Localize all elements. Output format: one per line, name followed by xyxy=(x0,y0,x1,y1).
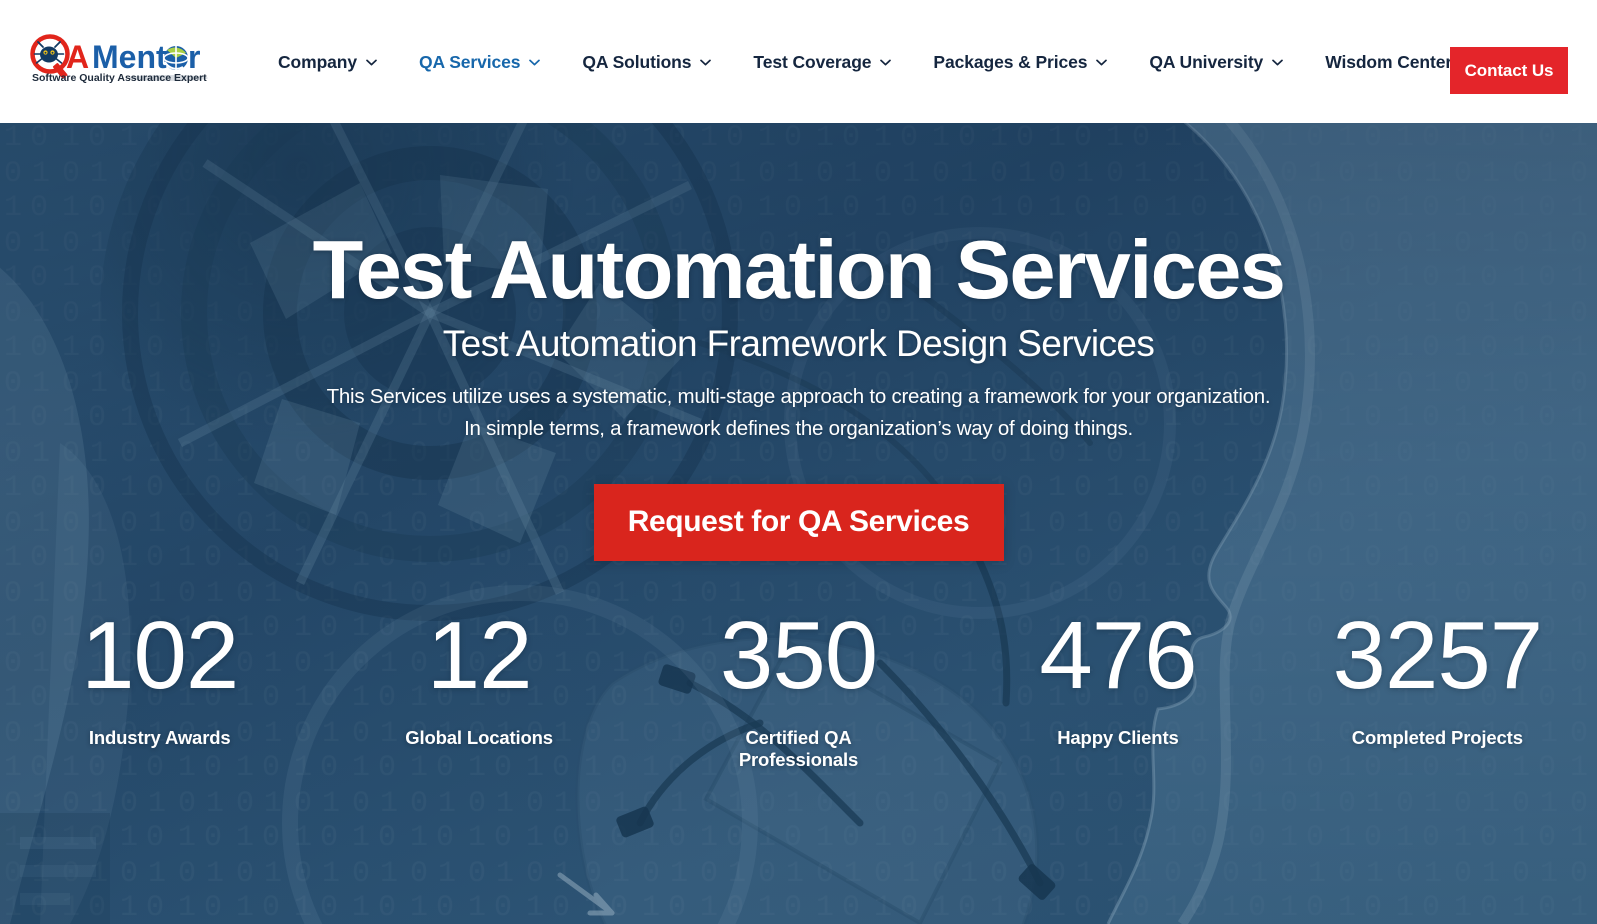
nav-label: Test Coverage xyxy=(753,51,872,72)
hero-description-line-1: This Services utilize uses a systematic,… xyxy=(326,385,1271,409)
chevron-down-icon xyxy=(529,59,541,66)
stat-label: Happy Clients xyxy=(1057,727,1179,748)
hero-description: This Services utilize uses a systematic,… xyxy=(327,381,1271,445)
main-navigation: Company QA Services QA Solutions Test Co… xyxy=(278,0,1496,123)
stat-value: 3257 xyxy=(1332,602,1544,709)
stat-value: 12 xyxy=(426,602,533,709)
stat-value: 350 xyxy=(719,602,878,709)
stat-label: Completed Projects xyxy=(1351,727,1523,748)
qa-mentor-logo-icon: A Ment r Software Quality Assurance Expe… xyxy=(30,34,208,84)
stat-completed-projects: 3257 Completed Projects xyxy=(1278,608,1597,771)
statistics-bar: 102 Industry Awards 12 Global Locations … xyxy=(0,608,1597,771)
chevron-down-icon xyxy=(700,59,712,66)
stat-happy-clients: 476 Happy Clients xyxy=(958,608,1277,771)
nav-item-qa-university[interactable]: QA University xyxy=(1149,51,1307,72)
nav-label: QA University xyxy=(1149,51,1264,72)
nav-item-qa-solutions[interactable]: QA Solutions xyxy=(582,51,735,72)
stat-value: 102 xyxy=(81,602,239,709)
stat-value: 476 xyxy=(1039,602,1197,709)
site-header: A Ment r Software Quality Assurance Expe… xyxy=(0,0,1597,123)
stat-certified-qa-professionals: 350 Certified QA Professionals xyxy=(639,608,958,771)
nav-item-test-coverage[interactable]: Test Coverage xyxy=(753,51,915,72)
svg-text:r: r xyxy=(188,39,200,75)
nav-item-qa-services[interactable]: QA Services xyxy=(419,51,564,72)
nav-label: Company xyxy=(278,51,358,72)
nav-label: QA Solutions xyxy=(582,51,692,72)
page-subtitle: Test Automation Framework Design Service… xyxy=(442,322,1155,364)
stat-global-locations: 12 Global Locations xyxy=(319,608,638,771)
svg-text:Ment: Ment xyxy=(92,39,167,75)
site-logo[interactable]: A Ment r Software Quality Assurance Expe… xyxy=(28,33,218,91)
svg-text:A: A xyxy=(66,39,89,75)
chevron-down-icon xyxy=(366,59,377,66)
stat-label: Certified QA Professionals xyxy=(738,727,859,771)
hero-description-line-2: In simple terms, a framework defines the… xyxy=(464,416,1133,440)
chevron-down-icon xyxy=(880,59,892,66)
contact-us-button[interactable]: Contact Us xyxy=(1450,47,1568,94)
nav-label: Packages & Prices xyxy=(933,51,1088,72)
nav-item-company[interactable]: Company xyxy=(278,51,401,72)
chevron-down-icon xyxy=(1096,59,1108,66)
stat-label: Global Locations xyxy=(405,727,553,748)
stat-label: Industry Awards xyxy=(88,727,231,748)
page-title: Test Automation Services xyxy=(312,223,1286,316)
hero-section: 1 0 0 1 xyxy=(0,123,1597,924)
nav-item-packages-and-prices[interactable]: Packages & Prices xyxy=(933,51,1131,72)
stat-industry-awards: 102 Industry Awards xyxy=(0,608,319,771)
nav-label: Wisdom Center xyxy=(1325,51,1453,72)
logo-tagline: Software Quality Assurance Expert xyxy=(32,72,207,84)
nav-label: QA Services xyxy=(419,51,521,72)
chevron-down-icon xyxy=(1272,59,1284,66)
request-qa-services-button[interactable]: Request for QA Services xyxy=(593,483,1004,561)
